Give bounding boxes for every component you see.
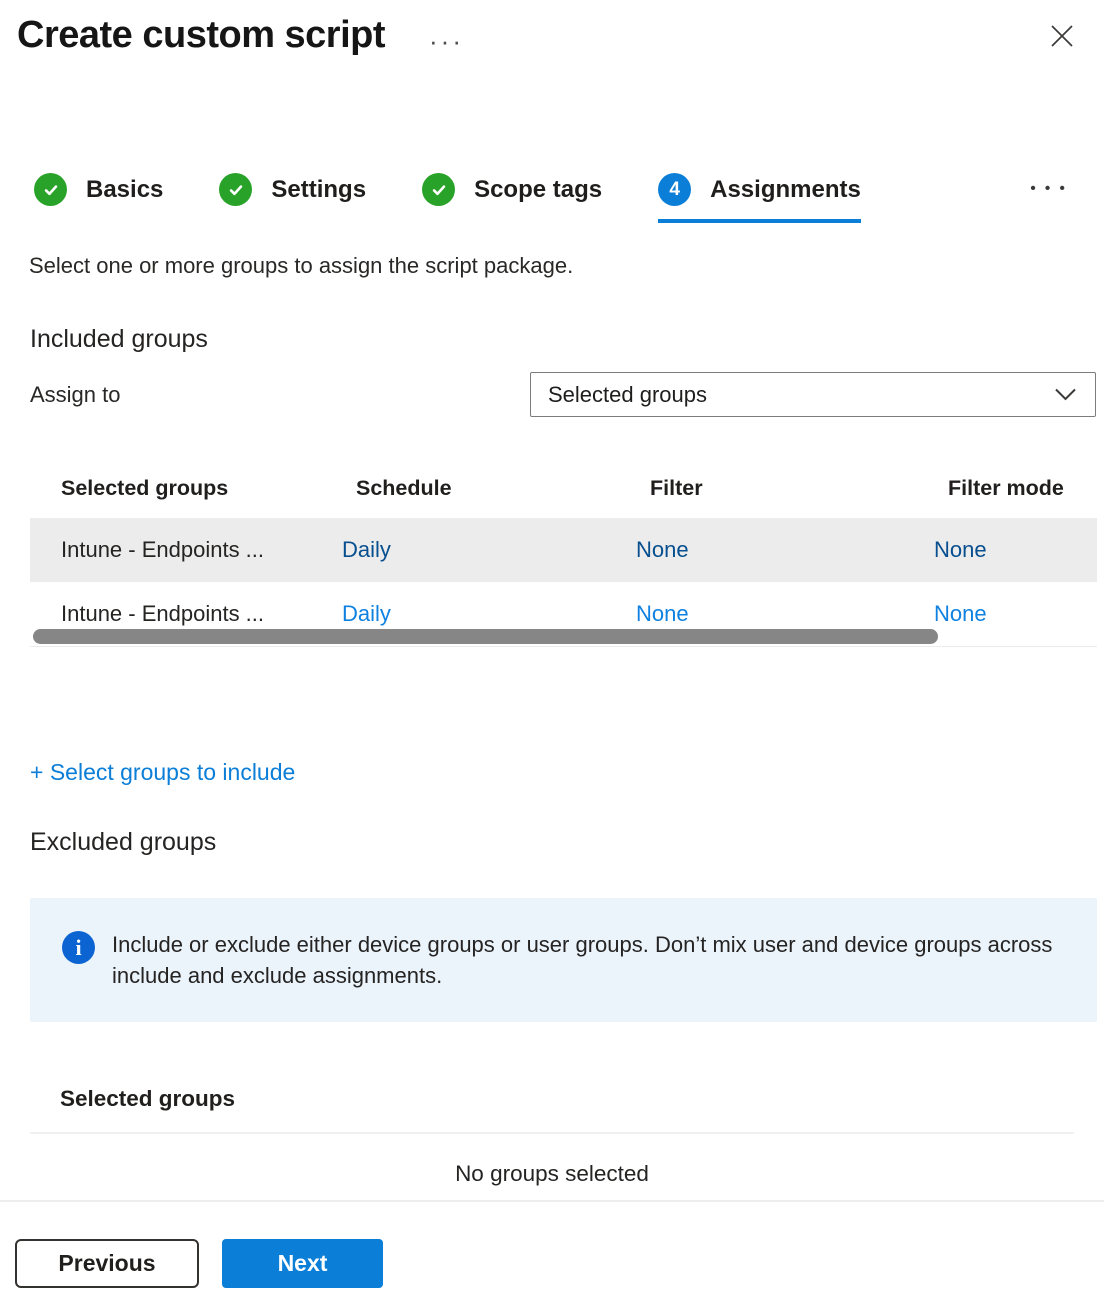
- column-header-filter: Filter: [605, 476, 903, 501]
- page-title: Create custom script: [17, 14, 385, 57]
- tabs-overflow-icon[interactable]: •••: [1030, 181, 1074, 223]
- no-groups-selected-text: No groups selected: [30, 1161, 1074, 1187]
- step-number-badge: 4: [658, 173, 691, 206]
- schedule-link[interactable]: Daily: [342, 601, 391, 626]
- next-button[interactable]: Next: [222, 1239, 383, 1288]
- check-circle-icon: [219, 173, 252, 206]
- info-banner-text: Include or exclude either device groups …: [112, 929, 1057, 991]
- filter-mode-link[interactable]: None: [934, 601, 987, 626]
- column-header-schedule: Schedule: [311, 476, 605, 501]
- schedule-link[interactable]: Daily: [342, 537, 391, 562]
- tab-assignments[interactable]: 4 Assignments: [658, 173, 861, 223]
- excluded-groups-heading: Excluded groups: [30, 828, 1104, 857]
- check-circle-icon: [422, 173, 455, 206]
- tab-label: Settings: [271, 176, 366, 204]
- tab-scope-tags[interactable]: Scope tags: [422, 173, 602, 223]
- tab-basics[interactable]: Basics: [34, 173, 163, 223]
- table-row[interactable]: Intune - Endpoints ... Daily None None: [30, 518, 1097, 582]
- page-description: Select one or more groups to assign the …: [29, 253, 1074, 279]
- tab-label: Scope tags: [474, 176, 602, 204]
- group-name: Intune - Endpoints ...: [30, 601, 311, 627]
- filter-mode-link[interactable]: None: [934, 537, 987, 562]
- group-name: Intune - Endpoints ...: [30, 537, 311, 563]
- check-circle-icon: [34, 173, 67, 206]
- select-groups-to-include-link[interactable]: + Select groups to include: [30, 759, 295, 786]
- horizontal-scrollbar[interactable]: [33, 629, 938, 644]
- assignments-table: Selected groups Schedule Filter Filter m…: [30, 459, 1097, 647]
- tab-label: Basics: [86, 176, 163, 204]
- table-body: Intune - Endpoints ... Daily None None I…: [30, 518, 1097, 646]
- title-context-menu-icon[interactable]: ···: [429, 28, 464, 54]
- table-header-row: Selected groups Schedule Filter Filter m…: [30, 459, 1097, 518]
- info-banner: i Include or exclude either device group…: [30, 898, 1097, 1022]
- filter-link[interactable]: None: [636, 537, 689, 562]
- column-header-filter-mode: Filter mode: [903, 476, 1097, 501]
- previous-button[interactable]: Previous: [15, 1239, 199, 1288]
- chevron-down-icon: [1054, 387, 1077, 402]
- info-icon: i: [62, 931, 95, 964]
- assign-to-dropdown[interactable]: Selected groups: [530, 372, 1096, 417]
- dialog-header: Create custom script ···: [0, 0, 1104, 57]
- close-icon[interactable]: [1047, 22, 1077, 52]
- selected-groups-heading: Selected groups: [60, 1086, 1104, 1112]
- assign-to-value: Selected groups: [548, 382, 707, 408]
- wizard-tabs: Basics Settings Scope tags 4 Assignments…: [0, 173, 1104, 223]
- assign-to-label: Assign to: [30, 382, 121, 408]
- filter-link[interactable]: None: [636, 601, 689, 626]
- assign-to-row: Assign to Selected groups: [30, 372, 1096, 417]
- column-header-selected-groups: Selected groups: [30, 476, 311, 501]
- divider: [30, 1132, 1074, 1134]
- included-groups-heading: Included groups: [30, 325, 1104, 354]
- tab-label: Assignments: [710, 176, 861, 204]
- wizard-footer: Previous Next: [0, 1202, 1104, 1288]
- tab-settings[interactable]: Settings: [219, 173, 366, 223]
